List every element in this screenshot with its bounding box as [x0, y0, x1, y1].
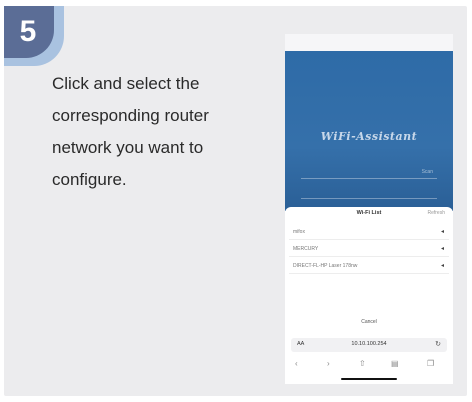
instruction-line: configure. [52, 170, 127, 189]
network-name: MERCURY [293, 246, 319, 252]
network-item[interactable]: mifox ◂ [289, 225, 449, 240]
phone-screenshot: WiFi-Assistant Scan Wi-Fi List Refresh m… [285, 34, 453, 384]
password-field[interactable] [301, 186, 437, 199]
network-item[interactable]: DIRECT-FL-HP Laser 178nw ◂ [289, 259, 449, 274]
browser-toolbar: ‹ › ⇧ ▤ ❐ [285, 356, 453, 372]
instruction-line: corresponding router [52, 106, 209, 125]
address-bar[interactable]: AA 10.10.100.254 ↻ [291, 338, 447, 352]
back-icon[interactable]: ‹ [295, 359, 298, 368]
wifi-list-sheet: Wi-Fi List Refresh mifox ◂ MERCURY ◂ DIR… [285, 207, 453, 331]
share-icon[interactable]: ⇧ [359, 359, 366, 368]
status-area [285, 34, 453, 51]
network-name: mifox [293, 229, 305, 235]
step-card: 5 Click and select the corresponding rou… [4, 6, 467, 396]
forward-icon[interactable]: › [327, 359, 330, 368]
wifi-list-header: Wi-Fi List Refresh [285, 207, 453, 221]
step-number: 5 [19, 15, 37, 48]
refresh-button[interactable]: Refresh [427, 210, 445, 216]
scan-button[interactable]: Scan [422, 166, 433, 178]
reload-icon[interactable]: ↻ [435, 340, 441, 348]
wifi-icon: ◂ [440, 263, 444, 269]
url-text: 10.10.100.254 [351, 341, 387, 347]
network-item[interactable]: MERCURY ◂ [289, 242, 449, 257]
app-title: WiFi-Assistant [320, 130, 418, 143]
bookmarks-icon[interactable]: ▤ [391, 359, 399, 368]
step-badge: 5 [4, 6, 64, 66]
instruction-text: Click and select the corresponding route… [52, 68, 272, 196]
cancel-button[interactable]: Cancel [285, 319, 453, 325]
instruction-line: network you want to [52, 138, 204, 157]
ssid-field[interactable]: Scan [301, 166, 437, 179]
network-name: DIRECT-FL-HP Laser 178nw [293, 263, 358, 269]
home-indicator [341, 378, 397, 380]
wifi-icon: ◂ [440, 246, 444, 252]
tabs-icon[interactable]: ❐ [427, 359, 434, 368]
wifi-icon: ◂ [440, 229, 444, 235]
instruction-line: Click and select the [52, 74, 200, 93]
